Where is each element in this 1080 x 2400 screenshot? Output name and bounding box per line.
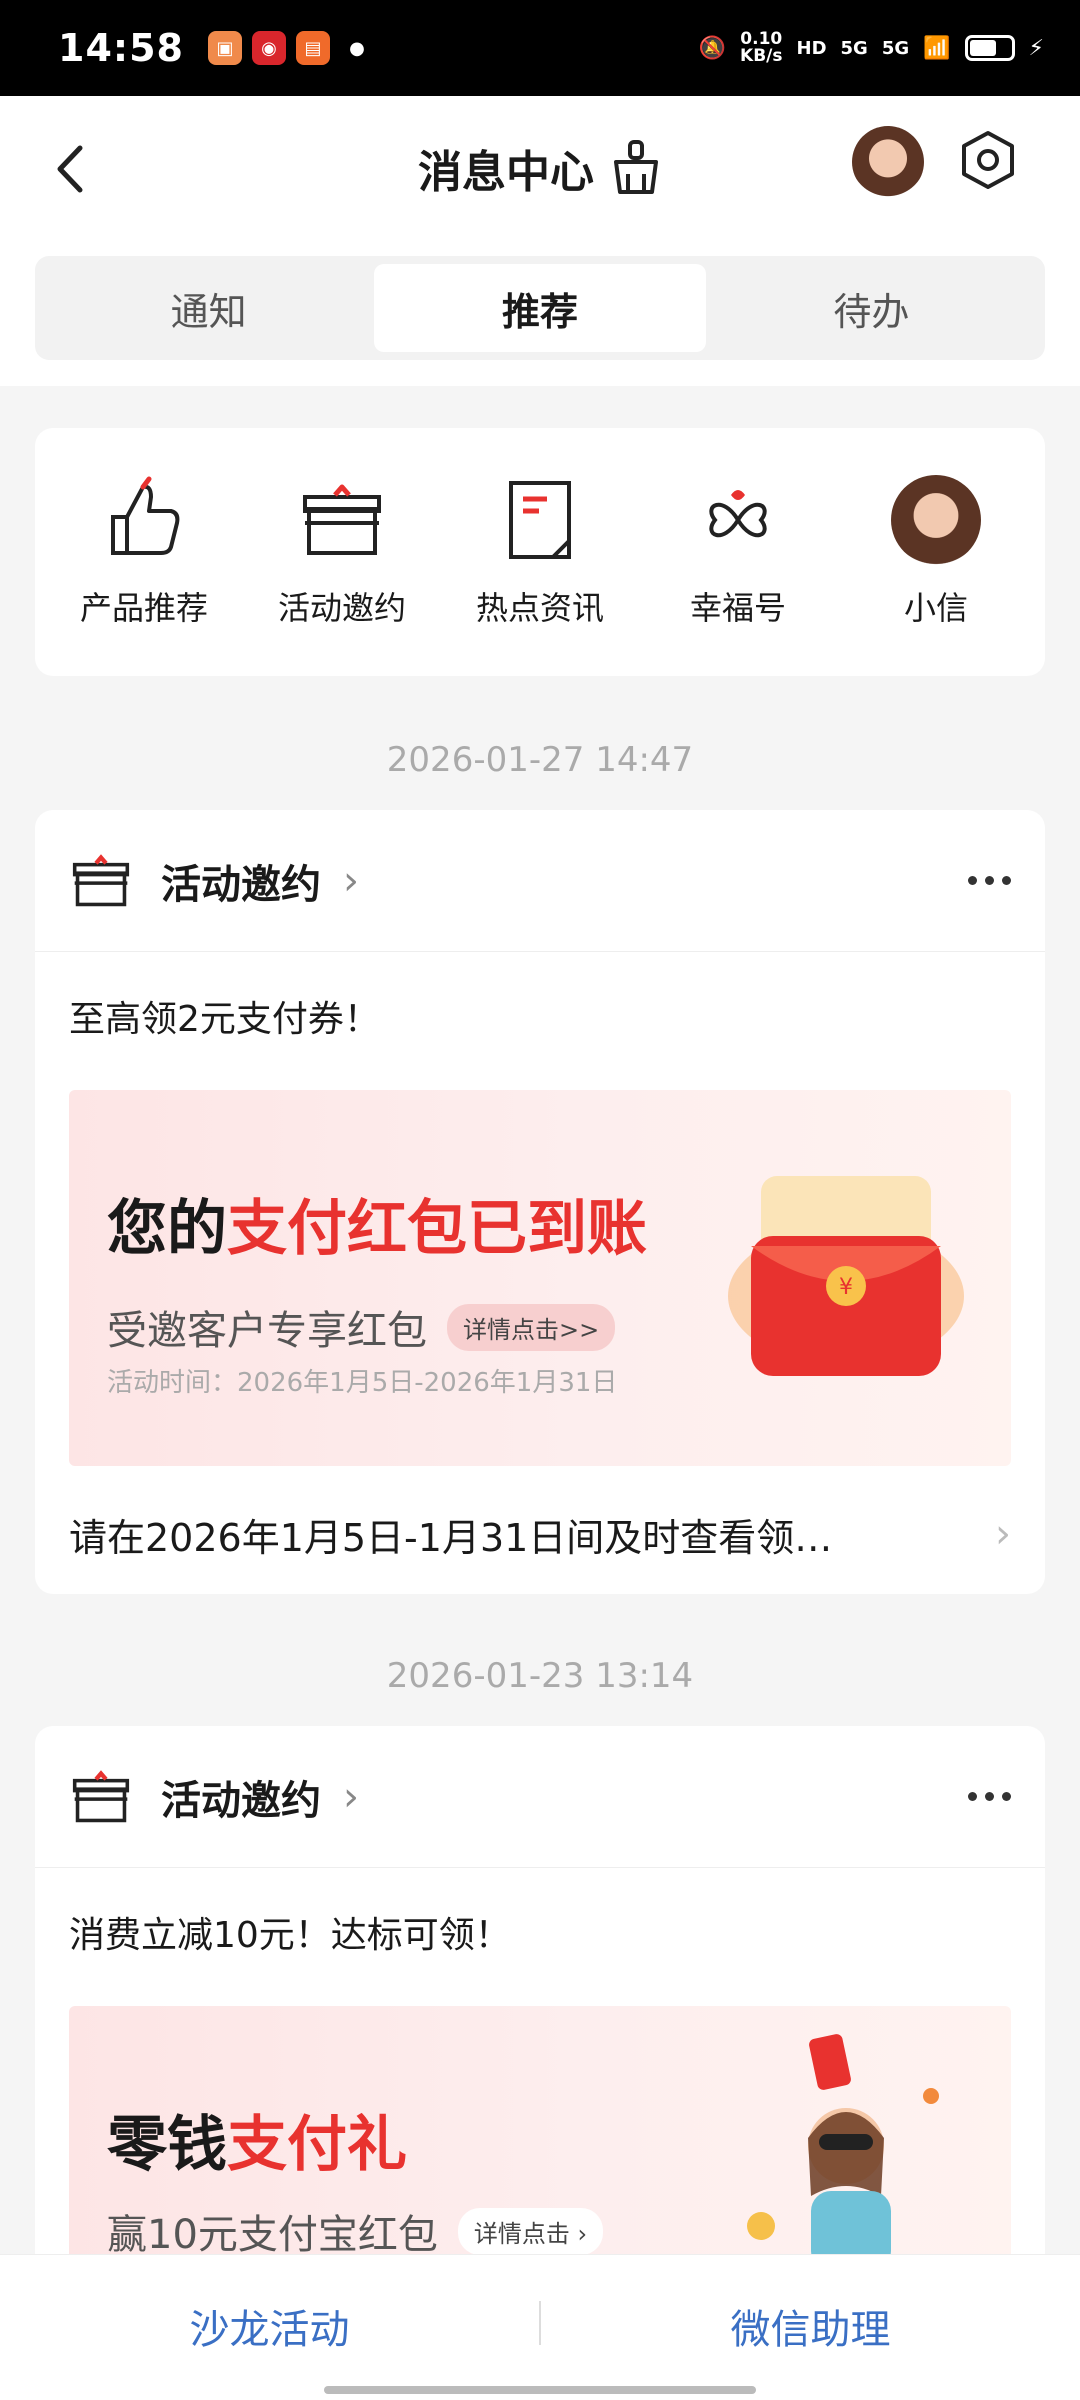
details-pill[interactable]: 详情点击 › [457,2207,604,2255]
chevron-right-icon: › [343,857,359,904]
avatar-icon [891,475,981,565]
gift-icon [72,853,130,906]
banner-headline: 您的支付红包已到账 [107,1194,647,1264]
category-happiness[interactable]: 幸福号 [648,475,828,629]
category-xiaoxin[interactable]: 小信 [846,475,1026,629]
svg-text:¥: ¥ [839,1275,853,1300]
mute-bell-icon: 🔕 [698,35,727,61]
shopping-app-icon: ▤ [295,31,330,65]
wifi-icon: 📶 [923,35,951,61]
status-bar: 14:58 ▣ ◉ ▤ ● 🔕 0.10 KB/s HD 5G 5G 📶 ⚡ [0,0,1080,96]
banner-headline: 零钱支付礼 [107,2110,407,2180]
notification-icons: ▣ ◉ ▤ ● [207,31,374,65]
tab-recommend[interactable]: 推荐 [374,264,706,352]
red-envelope-icon: ¥ [728,1176,964,1376]
wechat-assistant-button[interactable]: 微信助理 [541,2297,1080,2355]
bank-app-icon: ◉ [251,31,286,65]
card-category: 活动邀约 [161,1777,321,1824]
document-icon [509,481,571,559]
header: 消息中心 通知 推荐 待办 [0,96,1080,386]
category-news[interactable]: 热点资讯 [450,475,630,629]
clover-icon [709,490,767,538]
promo-banner[interactable]: 您的支付红包已到账 受邀客户专享红包 详情点击>> 活动时间：2026年1月5日-… [69,1090,1011,1466]
category-shortcuts: 产品推荐 活动邀约 热点资讯 幸福号 小信 [35,428,1045,676]
hd-icon: HD [796,37,827,59]
tab-notifications[interactable]: 通知 [43,264,374,352]
assistant-avatar[interactable] [852,126,924,198]
card-subtitle: 至高领2元支付券！ [69,999,380,1040]
home-indicator[interactable] [324,2386,756,2394]
category-activity[interactable]: 活动邀约 [252,475,432,629]
signal-5g-2: 5G [881,37,910,59]
bottom-bar: 沙龙活动 微信助理 [0,2254,1080,2400]
charging-icon: ⚡ [1028,35,1044,61]
tab-todo[interactable]: 待办 [706,264,1037,352]
chevron-right-icon: › [343,1773,359,1820]
tab-segment: 通知 推荐 待办 [35,256,1045,360]
card-header[interactable]: 活动邀约 › [35,1726,1045,1868]
message-timestamp: 2026-01-27 14:47 [386,740,694,780]
chat-bubble-icon: ● [349,37,365,59]
card-subtitle: 消费立减10元！达标可领！ [69,1915,511,1956]
banner-subline: 赢10元支付宝红包 详情点击 › [107,2202,604,2260]
gift-icon [303,484,381,555]
chevron-right-icon: › [995,1511,1011,1557]
banner-subline: 受邀客户专享红包 详情点击>> [107,1298,616,1356]
category-product[interactable]: 产品推荐 [54,475,234,629]
battery-icon [964,35,1015,61]
message-card[interactable]: 活动邀约 › 至高领2元支付券！ 您的支付红包已到账 受邀客户专享红包 详情点击>… [35,810,1045,1594]
more-options-icon[interactable] [968,1792,1011,1801]
salon-activity-button[interactable]: 沙龙活动 [0,2297,539,2355]
banner-period: 活动时间：2026年1月5日-2026年1月31日 [107,1368,618,1398]
status-time: 14:58 [58,26,184,70]
thumbs-up-icon [111,476,180,555]
signal-5g-1: 5G [840,37,868,59]
card-category: 活动邀约 [161,861,321,908]
card-header[interactable]: 活动邀约 › [35,810,1045,952]
more-options-icon[interactable] [968,876,1011,885]
card-footer[interactable]: 请在2026年1月5日-1月31日间及时查看领… › [35,1466,1045,1594]
clear-brush-icon[interactable] [610,140,662,196]
network-speed: 0.10 KB/s [740,29,783,66]
message-timestamp: 2026-01-23 13:14 [386,1656,694,1696]
details-pill[interactable]: 详情点击>> [447,1303,616,1351]
gift-icon [72,1769,130,1822]
page-title: 消息中心 [418,147,594,198]
settings-hexagon-icon[interactable] [958,130,1018,190]
cartoon-girl-illustration [747,2034,939,2271]
app-notification-icon: ▣ [207,31,242,65]
